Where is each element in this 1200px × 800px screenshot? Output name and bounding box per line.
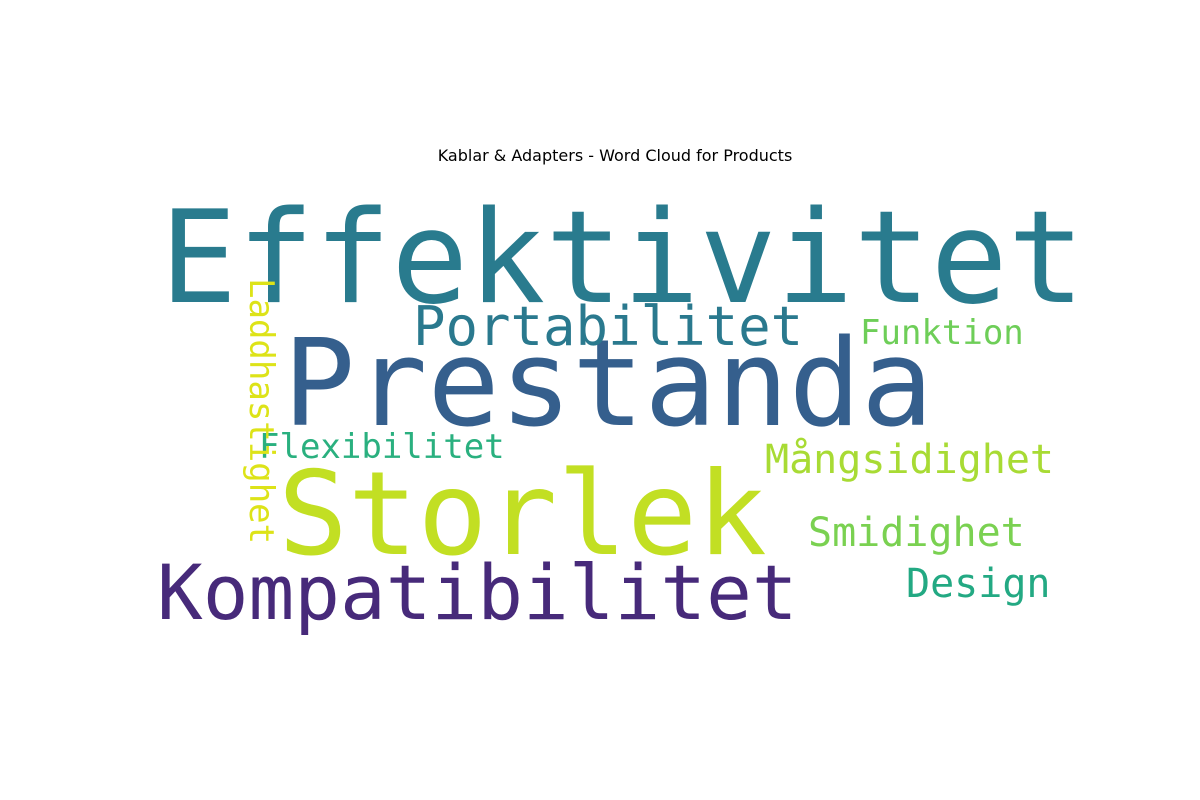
word-laddhastighet: Laddhastighet	[241, 278, 281, 544]
word-cloud-figure: Kablar & Adapters - Word Cloud for Produ…	[0, 0, 1200, 800]
word-design: Design	[906, 561, 1051, 607]
word-cloud: EffektivitetPrestandaStorlekKompatibilit…	[157, 184, 1085, 637]
word-flexibilitet: Flexibilitet	[259, 427, 505, 467]
word-smidighet: Smidighet	[808, 510, 1025, 556]
word-funktion: Funktion	[860, 313, 1024, 353]
word-portabilitet: Portabilitet	[413, 295, 803, 358]
word-m-ngsidighet: Mångsidighet	[765, 437, 1054, 483]
word-kompatibilitet: Kompatibilitet	[157, 548, 798, 637]
